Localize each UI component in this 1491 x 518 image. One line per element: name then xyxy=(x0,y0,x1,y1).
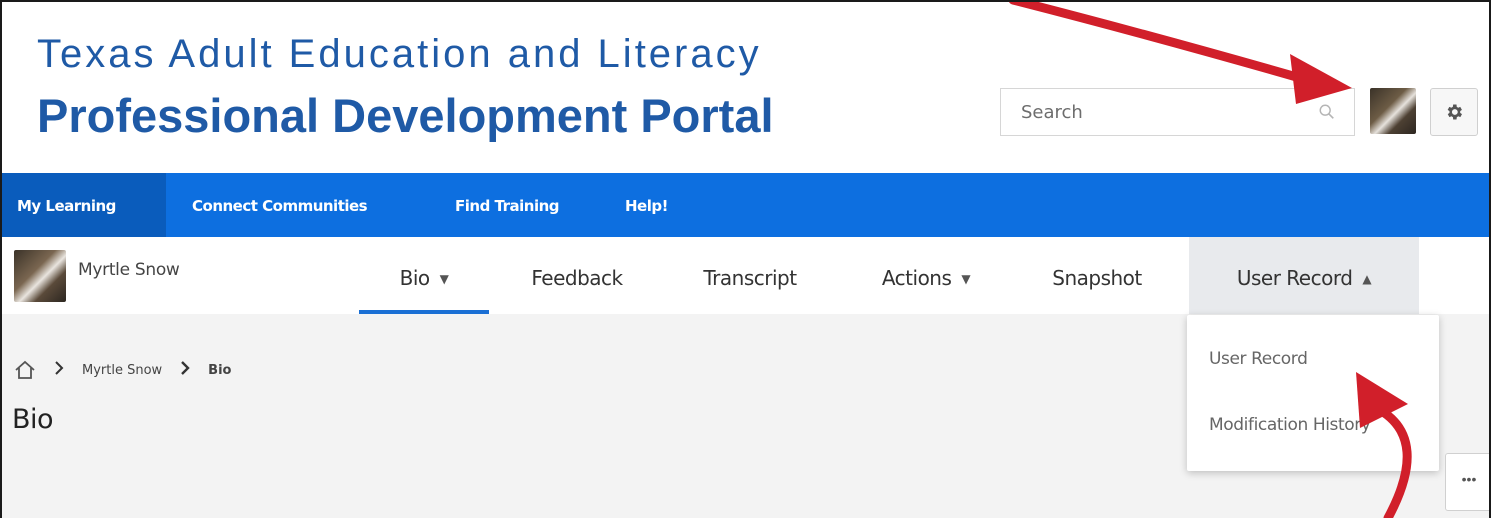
gear-icon xyxy=(1447,104,1462,120)
tab-actions[interactable]: Actions ▼ xyxy=(851,237,1001,314)
nav-help[interactable]: Help! xyxy=(625,173,668,237)
tab-label: User Record xyxy=(1236,266,1353,290)
chevron-right-icon xyxy=(54,360,64,380)
breadcrumb: Myrtle Snow Bio xyxy=(14,358,231,382)
nav-find-training[interactable]: Find Training xyxy=(455,173,560,237)
ellipsis-icon: ••• xyxy=(1461,471,1477,487)
app-window: Texas Adult Education and Literacy Profe… xyxy=(0,0,1491,518)
profile-avatar[interactable] xyxy=(14,250,66,302)
search-input[interactable] xyxy=(1001,89,1323,135)
site-header: Texas Adult Education and Literacy Profe… xyxy=(2,2,1489,173)
chevron-right-icon xyxy=(180,360,190,380)
search-icon[interactable] xyxy=(1318,103,1336,121)
tab-label: Actions xyxy=(881,266,952,290)
nav-my-learning[interactable]: My Learning xyxy=(2,173,166,237)
caret-down-icon: ▼ xyxy=(961,272,971,286)
tab-label: Bio xyxy=(399,266,431,290)
menu-item-user-record[interactable]: User Record xyxy=(1209,349,1308,369)
settings-button[interactable] xyxy=(1430,88,1478,136)
breadcrumb-user[interactable]: Myrtle Snow xyxy=(82,363,162,378)
main-nav: My Learning Connect Communities Find Tra… xyxy=(2,173,1489,237)
nav-connect-communities[interactable]: Connect Communities xyxy=(192,173,368,237)
tab-snapshot[interactable]: Snapshot xyxy=(1027,237,1167,314)
site-title-line1: Texas Adult Education and Literacy xyxy=(37,32,762,76)
more-options-button[interactable]: ••• xyxy=(1445,453,1489,511)
tab-feedback[interactable]: Feedback xyxy=(507,237,647,314)
tab-label: Transcript xyxy=(703,266,797,290)
tab-bio[interactable]: Bio ▼ xyxy=(359,237,489,314)
caret-down-icon: ▼ xyxy=(439,272,449,286)
breadcrumb-current: Bio xyxy=(208,362,232,378)
menu-item-modification-history[interactable]: Modification History xyxy=(1209,415,1371,435)
caret-up-icon: ▲ xyxy=(1362,272,1372,286)
home-icon[interactable] xyxy=(14,360,36,380)
page-title: Bio xyxy=(12,404,54,435)
tab-transcript[interactable]: Transcript xyxy=(675,237,825,314)
user-avatar[interactable] xyxy=(1370,88,1416,134)
tab-label: Snapshot xyxy=(1052,266,1142,290)
site-title-line2: Professional Development Portal xyxy=(37,89,774,142)
tab-label: Feedback xyxy=(531,266,623,290)
profile-user-name[interactable]: Myrtle Snow xyxy=(78,260,180,280)
user-record-dropdown: User Record Modification History xyxy=(1187,315,1439,471)
tab-user-record[interactable]: User Record ▲ xyxy=(1189,237,1419,314)
search-box[interactable] xyxy=(1000,88,1355,136)
